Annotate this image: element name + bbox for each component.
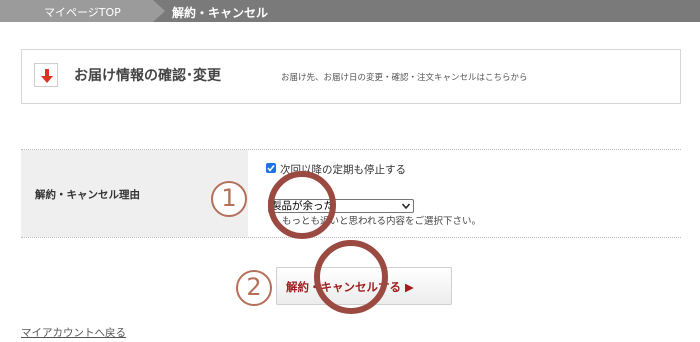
- step-1-marker: 1: [211, 181, 247, 217]
- back-to-my-account-link[interactable]: マイアカウントへ戻る: [21, 325, 126, 340]
- cancel-reason-label: 解約・キャンセル理由: [35, 189, 140, 201]
- highlight-ring-select: [268, 171, 336, 239]
- delivery-info-description: お届け先、お届け日の変更・確認・注文キャンセルはこちらから: [281, 73, 528, 83]
- highlight-ring-button: [314, 240, 388, 314]
- breadcrumb-top-label[interactable]: マイページTOP: [44, 4, 121, 20]
- breadcrumb: マイページTOP 解約・キャンセル: [0, 0, 700, 22]
- step-2-marker: 2: [236, 270, 272, 306]
- cancel-reason-row: 解約・キャンセル理由 次回以降の定期も停止する 製品が余った もっとも近いと思わ…: [21, 149, 681, 238]
- breadcrumb-current-label: 解約・キャンセル: [172, 6, 269, 20]
- delivery-info-title[interactable]: お届け情報の確認･変更: [74, 65, 221, 85]
- stop-subscription-checkbox[interactable]: [266, 163, 276, 173]
- chevron-down-icon: [402, 203, 410, 209]
- down-arrow-icon: [34, 63, 58, 87]
- delivery-info-link-box[interactable]: お届け情報の確認･変更 お届け先、お届け日の変更・確認・注文キャンセルはこちらか…: [21, 49, 681, 104]
- breadcrumb-item-mypage-top[interactable]: マイページTOP: [0, 0, 165, 22]
